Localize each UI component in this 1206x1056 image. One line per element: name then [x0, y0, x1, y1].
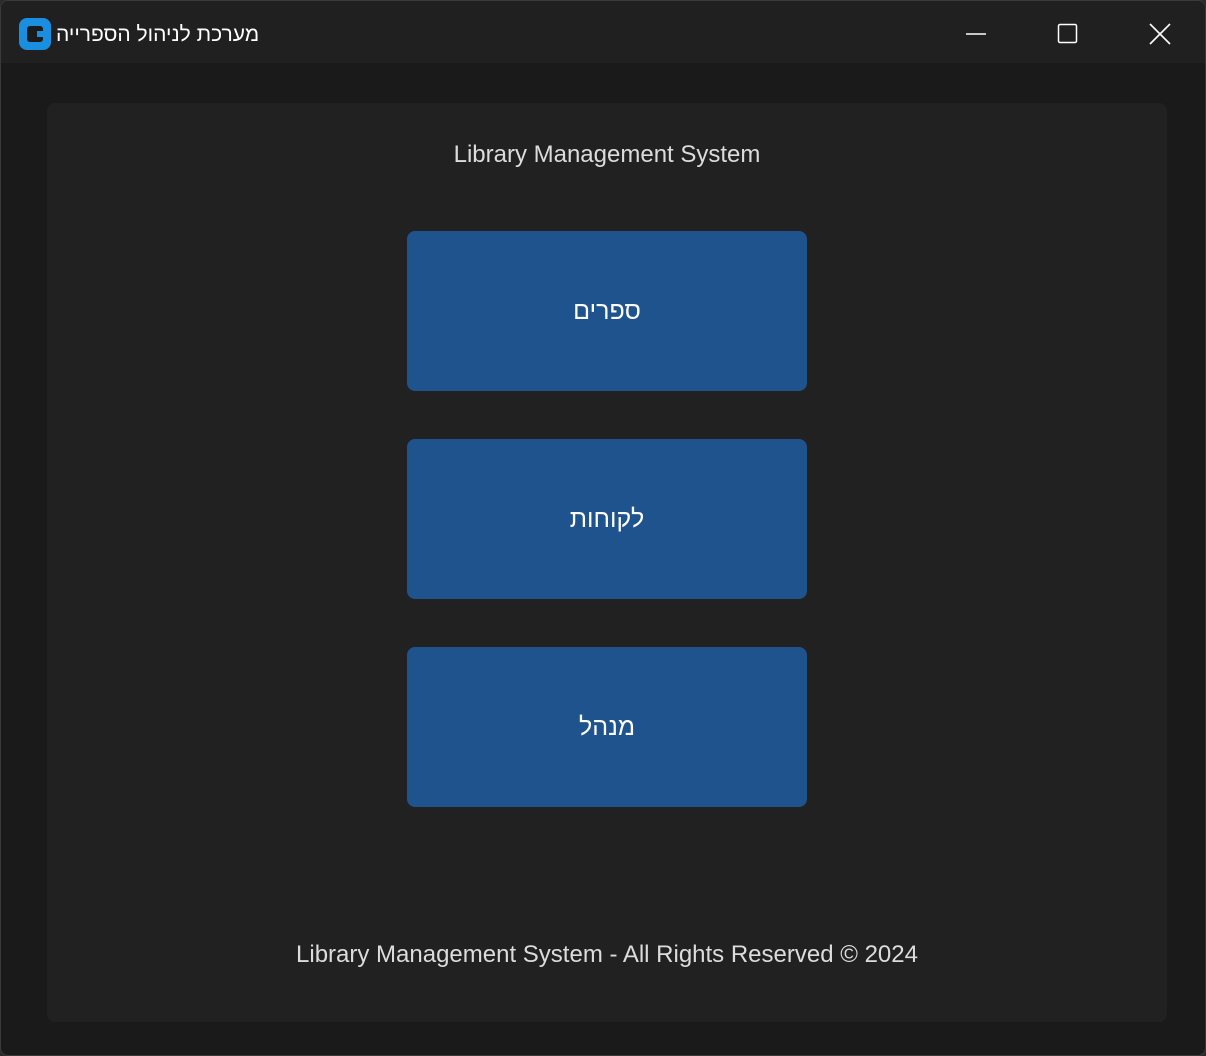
- maximize-button[interactable]: [1022, 1, 1114, 63]
- maximize-icon: [1057, 23, 1078, 44]
- minimize-button[interactable]: [930, 1, 1022, 63]
- footer-text: Library Management System - All Rights R…: [296, 941, 918, 968]
- page-title: Library Management System: [453, 141, 761, 168]
- minimize-icon: [966, 33, 986, 35]
- books-button[interactable]: ספרים: [407, 231, 807, 391]
- customers-button[interactable]: לקוחות: [407, 439, 807, 599]
- close-icon: [1149, 23, 1171, 45]
- title-bar[interactable]: מערכת לניהול הספרייה: [1, 1, 1205, 63]
- app-window: מערכת לניהול הספרייה Library Management …: [0, 0, 1206, 1056]
- manager-button[interactable]: מנהל: [407, 647, 807, 807]
- close-button[interactable]: [1114, 1, 1205, 63]
- app-icon: [19, 18, 51, 50]
- window-title: מערכת לניהול הספרייה: [56, 23, 260, 46]
- main-panel: Library Management System ספרים לקוחות מ…: [47, 103, 1167, 1022]
